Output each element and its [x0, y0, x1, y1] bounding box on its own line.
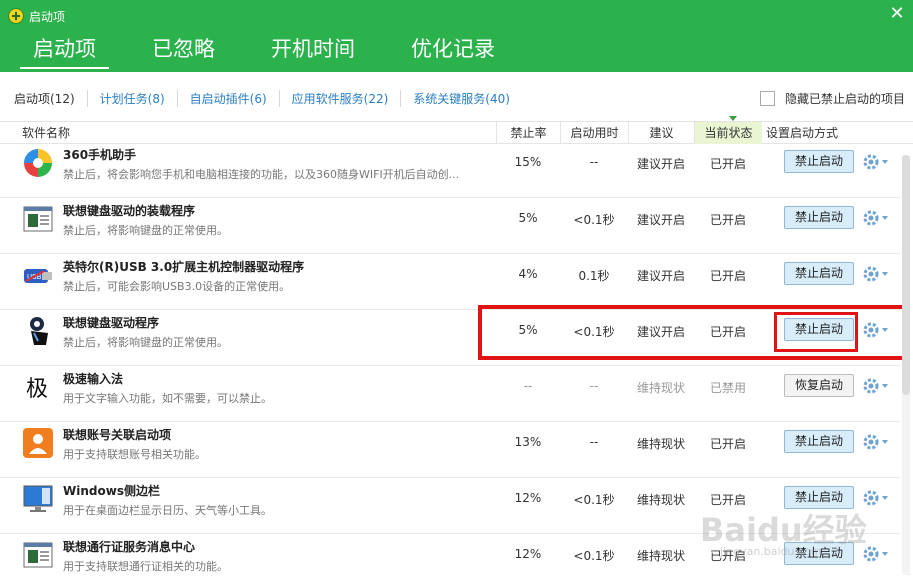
- subtab-app-services[interactable]: 应用软件服务(22): [278, 90, 401, 107]
- row-title: 联想通行证服务消息中心: [63, 540, 196, 554]
- sort-caret-icon: [729, 116, 737, 121]
- account-icon: [22, 427, 54, 459]
- subtab-scheduled-tasks[interactable]: 计划任务(8): [86, 90, 177, 107]
- gear-dropdown-icon[interactable]: [862, 433, 892, 451]
- usb-icon: USB: [22, 259, 54, 291]
- row-startup-time: --: [589, 435, 599, 449]
- row-startup-time: --: [589, 155, 599, 169]
- disable-startup-button[interactable]: 禁止启动: [784, 262, 854, 285]
- row-advice: 建议开启: [636, 213, 685, 227]
- scrollbar[interactable]: [902, 155, 910, 575]
- row-disable-rate: 4%: [518, 267, 538, 281]
- subtab-system-services[interactable]: 系统关键服务(40): [400, 90, 522, 107]
- row-title: 联想账号关联启动项: [63, 428, 172, 442]
- row-disable-rate: 13%: [514, 435, 542, 449]
- subtab-startup[interactable]: 启动项(12): [0, 90, 87, 107]
- title-bar: 启动项 ✕ 启动项 已忽略 开机时间 优化记录: [0, 0, 913, 72]
- row-state: 已开启: [709, 213, 746, 227]
- gear-dropdown-icon[interactable]: [862, 153, 892, 171]
- sidebar-icon: [22, 483, 54, 515]
- gear-dropdown-icon[interactable]: [862, 377, 892, 395]
- table-row[interactable]: 极 极速输入法用于文字输入功能，如不需要，可以禁止。 -- -- 维持现状 已禁用 恢复启动: [0, 366, 900, 422]
- installer-window-icon: [22, 203, 54, 235]
- baidu-watermark-url: jingyan.baidu.com: [720, 545, 822, 558]
- row-title: 英特尔(R)USB 3.0扩展主机控制器驱动程序: [63, 260, 305, 274]
- row-disable-rate: 12%: [514, 491, 542, 505]
- row-startup-time: <0.1秒: [573, 213, 615, 227]
- row-description: 禁止后，将会影响您手机和电脑相连接的功能，以及360随身WIFI开机后自动创..…: [63, 168, 460, 181]
- col-software-name[interactable]: 软件名称: [22, 122, 492, 144]
- row-description: 用于文字输入功能，如不需要，可以禁止。: [63, 392, 272, 405]
- window-title: 启动项: [29, 10, 66, 24]
- row-disable-rate: 12%: [514, 547, 542, 561]
- hide-disabled-checkbox[interactable]: [759, 91, 775, 106]
- close-icon[interactable]: ✕: [889, 5, 905, 23]
- svg-text:极: 极: [26, 377, 48, 402]
- message-center-icon: [22, 539, 54, 571]
- keyboard-driver-icon: [22, 315, 54, 347]
- table-row[interactable]: 联想账号关联启动项用于支持联想账号相关功能。 13% -- 维持现状 已开启 禁止启动: [0, 422, 900, 478]
- tab-ignored[interactable]: 已忽略: [139, 33, 228, 69]
- row-advice: 维持现状: [636, 437, 685, 451]
- ji-char-icon: 极: [22, 371, 54, 403]
- row-disable-rate: 15%: [514, 155, 542, 169]
- row-state: 已开启: [709, 157, 746, 171]
- row-advice: 建议开启: [636, 157, 685, 171]
- row-state: 已开启: [709, 269, 746, 283]
- table-row[interactable]: USB 英特尔(R)USB 3.0扩展主机控制器驱动程序禁止后，可能会影响USB3…: [0, 254, 900, 310]
- disable-startup-button[interactable]: 禁止启动: [784, 150, 854, 173]
- row-description: 禁止后，将影响键盘的正常使用。: [63, 224, 228, 237]
- row-startup-time: <0.1秒: [573, 549, 615, 563]
- row-description: 用于在桌面边栏显示日历、天气等小工具。: [63, 504, 272, 517]
- row-title: 联想键盘驱动的装载程序: [63, 204, 196, 218]
- restore-startup-button[interactable]: 恢复启动: [784, 374, 854, 397]
- column-header: 软件名称 禁止率 启动用时 建议 当前状态 设置启动方式: [0, 116, 913, 144]
- tab-boot-time[interactable]: 开机时间: [258, 33, 368, 69]
- row-title: 360手机助手: [63, 148, 137, 162]
- row-state: 已开启: [709, 437, 746, 451]
- sub-tab-bar: 启动项(12) 计划任务(8) 自启动插件(6) 应用软件服务(22) 系统关键…: [0, 72, 913, 122]
- scroll-thumb[interactable]: [902, 155, 910, 395]
- row-disable-rate: 5%: [518, 211, 538, 225]
- row-description: 禁止后，将影响键盘的正常使用。: [63, 336, 228, 349]
- tab-optimize-log[interactable]: 优化记录: [398, 33, 508, 69]
- app-logo-icon: [8, 8, 24, 24]
- subtab-plugins[interactable]: 自启动插件(6): [176, 90, 279, 107]
- row-disable-rate: --: [523, 379, 533, 393]
- row-startup-time: <0.1秒: [573, 493, 615, 507]
- col-startup-mode: 设置启动方式: [765, 126, 838, 140]
- col-current-state[interactable]: 当前状态: [694, 116, 762, 144]
- row-title: 联想键盘驱动程序: [63, 316, 160, 330]
- highlight-button-box: [774, 312, 858, 352]
- hide-disabled-option: 隐藏已禁止启动的项目: [759, 90, 905, 107]
- col-startup-time[interactable]: 启动用时: [560, 122, 628, 144]
- row-state: 已禁用: [709, 381, 746, 395]
- row-title: 极速输入法: [63, 372, 124, 386]
- row-advice: 维持现状: [636, 381, 685, 395]
- hide-disabled-label: 隐藏已禁止启动的项目: [784, 92, 905, 106]
- row-description: 禁止后，可能会影响USB3.0设备的正常使用。: [63, 280, 291, 293]
- disable-startup-button[interactable]: 禁止启动: [784, 430, 854, 453]
- col-disable-rate[interactable]: 禁止率: [496, 122, 560, 144]
- disable-startup-button[interactable]: 禁止启动: [784, 206, 854, 229]
- row-advice: 建议开启: [636, 269, 685, 283]
- table-row[interactable]: 360手机助手禁止后，将会影响您手机和电脑相连接的功能，以及360随身WIFI开…: [0, 144, 900, 198]
- row-startup-time: --: [589, 379, 599, 393]
- row-advice: 维持现状: [636, 549, 685, 563]
- row-description: 用于支持联想账号相关功能。: [63, 448, 206, 461]
- col-advice[interactable]: 建议: [628, 122, 694, 144]
- table-row[interactable]: 联想键盘驱动的装载程序禁止后，将影响键盘的正常使用。 5% <0.1秒 建议开启 已开启…: [0, 198, 900, 254]
- row-startup-time: 0.1秒: [578, 269, 610, 283]
- 360-helper-icon: [22, 147, 54, 179]
- main-tabs: 启动项 已忽略 开机时间 优化记录: [20, 33, 538, 69]
- tab-startup-items[interactable]: 启动项: [20, 33, 109, 69]
- row-title: Windows侧边栏: [63, 484, 160, 498]
- gear-dropdown-icon[interactable]: [862, 265, 892, 283]
- row-advice: 维持现状: [636, 493, 685, 507]
- row-description: 用于支持联想通行证相关的功能。: [63, 560, 228, 573]
- gear-dropdown-icon[interactable]: [862, 209, 892, 227]
